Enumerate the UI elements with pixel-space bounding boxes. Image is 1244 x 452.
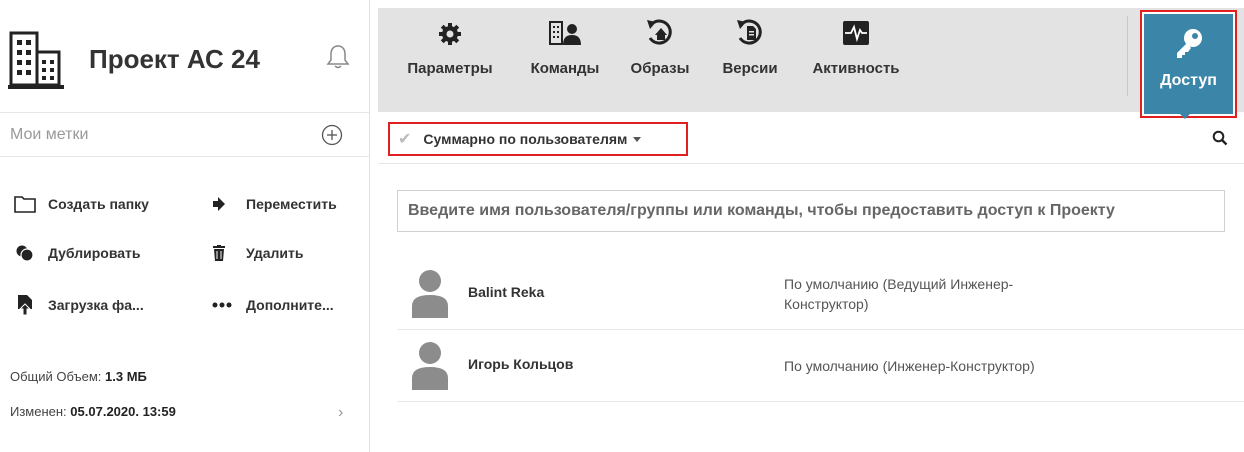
total-volume: Общий Объем: 1.3 МБ — [10, 369, 147, 384]
project-header: Проект АС 24 — [0, 0, 370, 112]
gear-icon — [438, 0, 462, 52]
search-icon[interactable] — [1212, 130, 1228, 146]
user-name: Balint Reka — [468, 284, 545, 300]
move-button[interactable]: Переместить — [212, 194, 337, 214]
user-role: По умолчанию (Инженер-Конструктор) — [784, 358, 1035, 374]
duplicate-icon — [14, 243, 36, 263]
sidebar: Проект АС 24 Мои метки Создать папку Пер… — [0, 0, 370, 452]
user-summary-dropdown[interactable]: ✔ Суммарно по пользователям — [388, 122, 688, 156]
tab-settings-label: Параметры — [407, 60, 493, 77]
toolbar-divider — [1127, 16, 1128, 96]
image-restore-icon — [645, 0, 675, 52]
more-dots-icon — [212, 295, 232, 315]
chevron-right-icon[interactable]: › — [338, 404, 343, 422]
tags-label: Мои метки — [10, 126, 89, 143]
user-row[interactable]: Игорь Кольцов По умолчанию (Инженер-Конс… — [398, 330, 1244, 402]
version-history-icon — [735, 0, 765, 52]
share-user-input[interactable] — [397, 190, 1225, 232]
filter-label: Суммарно по пользователям — [423, 131, 628, 147]
move-label: Переместить — [246, 196, 337, 212]
modified-label: Изменен: — [10, 404, 71, 419]
upload-label: Загрузка фа... — [48, 297, 144, 313]
add-tag-icon[interactable] — [321, 124, 343, 146]
total-volume-label: Общий Объем: — [10, 369, 106, 384]
tab-versions-label: Версии — [722, 60, 778, 77]
upload-file-icon — [14, 295, 36, 315]
tab-access-label: Доступ — [1160, 72, 1217, 89]
key-icon — [1176, 29, 1202, 58]
team-building-icon — [548, 0, 582, 52]
user-name: Игорь Кольцов — [468, 356, 574, 372]
create-folder-button[interactable]: Создать папку — [14, 194, 149, 214]
filter-bar: ✔ Суммарно по пользователям — [378, 112, 1244, 164]
tab-images[interactable]: Образы — [620, 0, 700, 104]
tab-access-active: Доступ — [1144, 14, 1233, 114]
delete-button[interactable]: Удалить — [212, 243, 303, 263]
caret-down-icon — [633, 136, 642, 142]
building-icon — [8, 31, 64, 89]
duplicate-label: Дублировать — [48, 245, 141, 261]
tab-settings[interactable]: Параметры — [396, 0, 504, 104]
bell-icon[interactable] — [326, 44, 350, 70]
user-role: По умолчанию (Ведущий Инженер-Конструкто… — [784, 276, 1014, 312]
more-label: Дополните... — [246, 297, 334, 313]
tab-versions[interactable]: Версии — [712, 0, 788, 104]
tab-access[interactable]: Доступ — [1140, 10, 1237, 118]
tab-activity[interactable]: Активность — [796, 0, 916, 104]
tags-row: Мои метки — [0, 112, 370, 157]
tab-activity-label: Активность — [812, 60, 900, 77]
user-avatar-icon — [412, 270, 448, 318]
total-volume-value: 1.3 МБ — [105, 369, 147, 384]
tab-teams-label: Команды — [530, 60, 600, 77]
user-avatar-icon — [412, 342, 448, 390]
modified-date: Изменен: 05.07.2020. 13:59 — [10, 404, 176, 419]
check-icon: ✔ — [398, 131, 412, 148]
more-button[interactable]: Дополните... — [212, 295, 334, 315]
tab-images-label: Образы — [630, 60, 690, 77]
trash-icon — [212, 243, 226, 263]
upload-button[interactable]: Загрузка фа... — [14, 295, 144, 315]
folder-icon — [14, 194, 36, 214]
arrow-right-icon — [212, 194, 226, 214]
delete-label: Удалить — [246, 245, 304, 261]
duplicate-button[interactable]: Дублировать — [14, 243, 141, 263]
modified-value: 05.07.2020. 13:59 — [70, 404, 176, 419]
create-folder-label: Создать папку — [48, 196, 149, 212]
tab-teams[interactable]: Команды — [516, 0, 614, 104]
activity-pulse-icon — [842, 0, 870, 52]
user-row[interactable]: Balint Reka По умолчанию (Ведущий Инжене… — [398, 258, 1244, 330]
project-title: Проект АС 24 — [89, 44, 260, 74]
